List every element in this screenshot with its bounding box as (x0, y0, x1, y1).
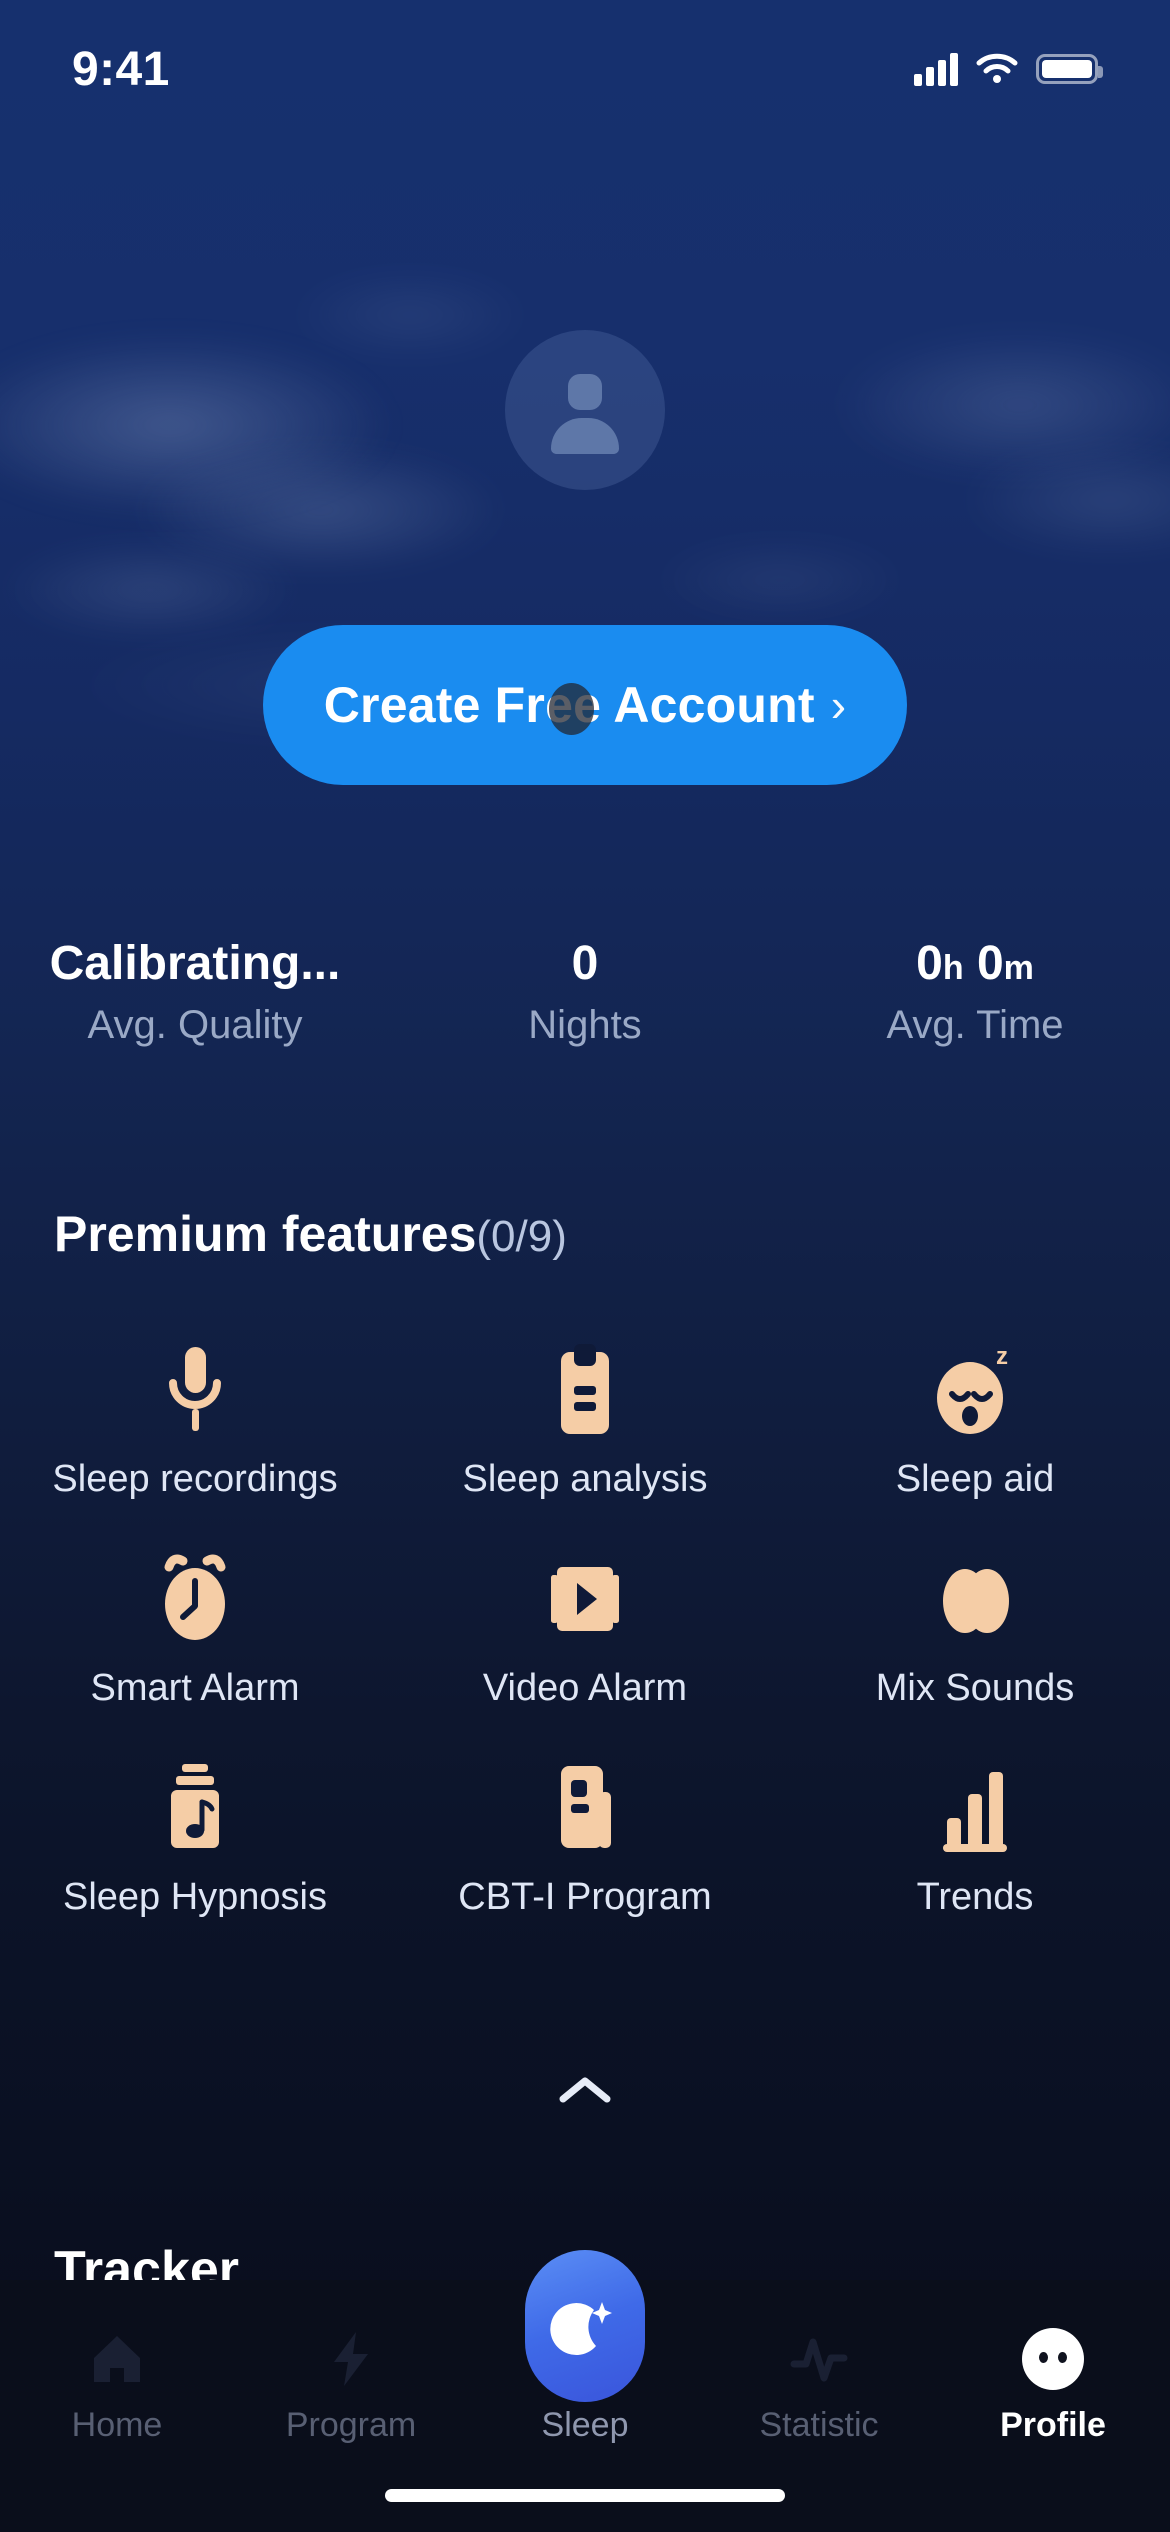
lightning-icon (322, 2322, 380, 2396)
app-screen: 9:41 Create Free Account › Calibrating..… (0, 0, 1170, 2532)
nav-item-statistic[interactable]: Statistic (702, 2308, 936, 2445)
feature-video-alarm[interactable]: Video Alarm (390, 1549, 780, 1710)
premium-features-count: (0/9) (476, 1212, 567, 1261)
svg-text:z: z (996, 1343, 1008, 1370)
feature-label: Trends (916, 1876, 1034, 1918)
feature-label: Mix Sounds (875, 1667, 1075, 1709)
moon-icon (550, 2302, 612, 2356)
chevron-up-icon[interactable] (540, 2060, 630, 2120)
face-icon (1022, 2322, 1084, 2396)
feature-smart-alarm[interactable]: Smart Alarm (0, 1549, 390, 1710)
nav-item-profile[interactable]: Profile (936, 2308, 1170, 2445)
stat-nights: 0 Nights (390, 935, 780, 1048)
home-indicator (385, 2489, 785, 2502)
clipboard-icon (549, 1340, 621, 1440)
feature-sleep-recordings[interactable]: Sleep recordings (0, 1340, 390, 1501)
stat-label: Avg. Quality (87, 1002, 303, 1047)
feature-label: Video Alarm (482, 1667, 688, 1709)
premium-features-title: Premium features (54, 1206, 477, 1262)
status-bar-time: 9:41 (72, 42, 170, 96)
nav-label: Sleep (541, 2406, 629, 2444)
stat-value: Calibrating... (49, 937, 341, 990)
sleep-action-button[interactable] (525, 2250, 645, 2402)
music-jar-icon (156, 1758, 234, 1858)
nav-label: Home (71, 2406, 163, 2444)
nav-label: Statistic (759, 2406, 879, 2444)
alarm-clock-icon (153, 1549, 237, 1649)
home-icon (86, 2322, 148, 2396)
feature-sleep-hypnosis[interactable]: Sleep Hypnosis (0, 1758, 390, 1919)
stat-avg-quality: Calibrating... Avg. Quality (0, 935, 390, 1048)
chevron-right-icon: › (830, 679, 847, 731)
feature-trends[interactable]: Trends (780, 1758, 1170, 1919)
video-play-icon (540, 1549, 630, 1649)
sleeping-face-icon: z (930, 1340, 1020, 1440)
stat-value: 0 (571, 937, 599, 990)
feature-label: Sleep analysis (462, 1458, 708, 1500)
nav-label: Program (285, 2406, 417, 2444)
overlapping-circles-icon (929, 1549, 1021, 1649)
cellular-signal-icon (914, 52, 958, 86)
premium-features-header: Premium features (0/9) (54, 1205, 567, 1263)
feature-sleep-analysis[interactable]: Sleep analysis (390, 1340, 780, 1501)
feature-sleep-aid[interactable]: z Sleep aid (780, 1340, 1170, 1501)
bar-chart-icon (933, 1758, 1017, 1858)
battery-icon (1036, 54, 1103, 84)
stat-label: Avg. Time (886, 1002, 1064, 1047)
sleep-stats-row: Calibrating... Avg. Quality 0 Nights 0h … (0, 935, 1170, 1095)
status-bar: 9:41 (0, 0, 1170, 120)
microphone-icon (156, 1340, 234, 1440)
bottom-navigation-bar: Home Program Sleep Statistic Profile (0, 2250, 1170, 2532)
nav-item-sleep[interactable]: Sleep (468, 2250, 702, 2445)
nav-label: Profile (1000, 2406, 1106, 2444)
feature-label: Smart Alarm (90, 1667, 300, 1709)
feature-cbti-program[interactable]: CBT-I Program (390, 1758, 780, 1919)
feature-label: CBT-I Program (458, 1876, 712, 1918)
book-program-icon (545, 1758, 625, 1858)
premium-features-grid: Sleep recordings Sleep analysis z Sleep … (0, 1340, 1170, 1919)
nav-item-program[interactable]: Program (234, 2308, 468, 2445)
wifi-icon (976, 53, 1018, 83)
feature-label: Sleep aid (895, 1458, 1055, 1500)
stat-label: Nights (528, 1002, 642, 1047)
mouse-cursor-overlay (549, 683, 594, 735)
pulse-icon (786, 2322, 852, 2396)
person-avatar-icon[interactable] (505, 330, 665, 490)
feature-label: Sleep recordings (52, 1458, 338, 1500)
feature-label: Sleep Hypnosis (62, 1876, 328, 1918)
feature-mix-sounds[interactable]: Mix Sounds (780, 1549, 1170, 1710)
nav-item-home[interactable]: Home (0, 2308, 234, 2445)
stat-value: 0h 0m (916, 937, 1034, 990)
stat-avg-time: 0h 0m Avg. Time (780, 935, 1170, 1048)
